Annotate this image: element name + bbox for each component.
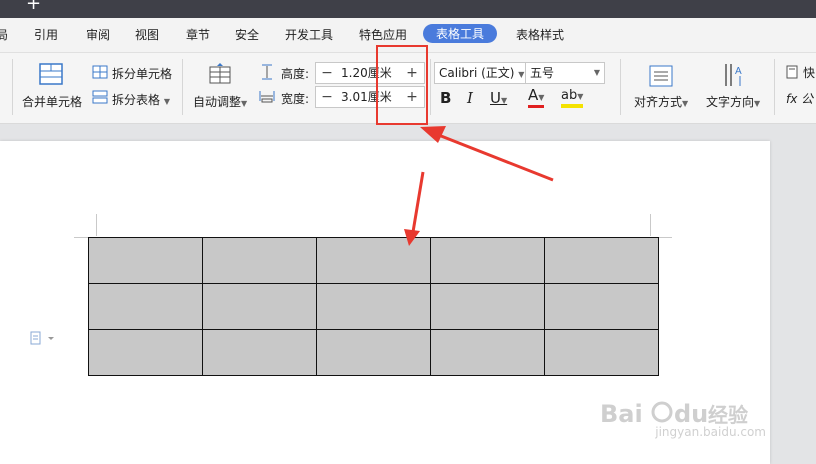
svg-text:Bai: Bai	[600, 400, 643, 428]
svg-text:经验: 经验	[708, 403, 748, 427]
annotation-arrowhead	[420, 126, 446, 143]
watermark-url: jingyan.baidu.com	[655, 425, 766, 439]
annotation-arrow-line	[411, 171, 425, 233]
svg-text:du: du	[674, 400, 708, 428]
annotation-arrowhead	[404, 229, 420, 246]
annotation-arrow-line	[435, 132, 554, 182]
annotation-arrows	[404, 126, 554, 246]
